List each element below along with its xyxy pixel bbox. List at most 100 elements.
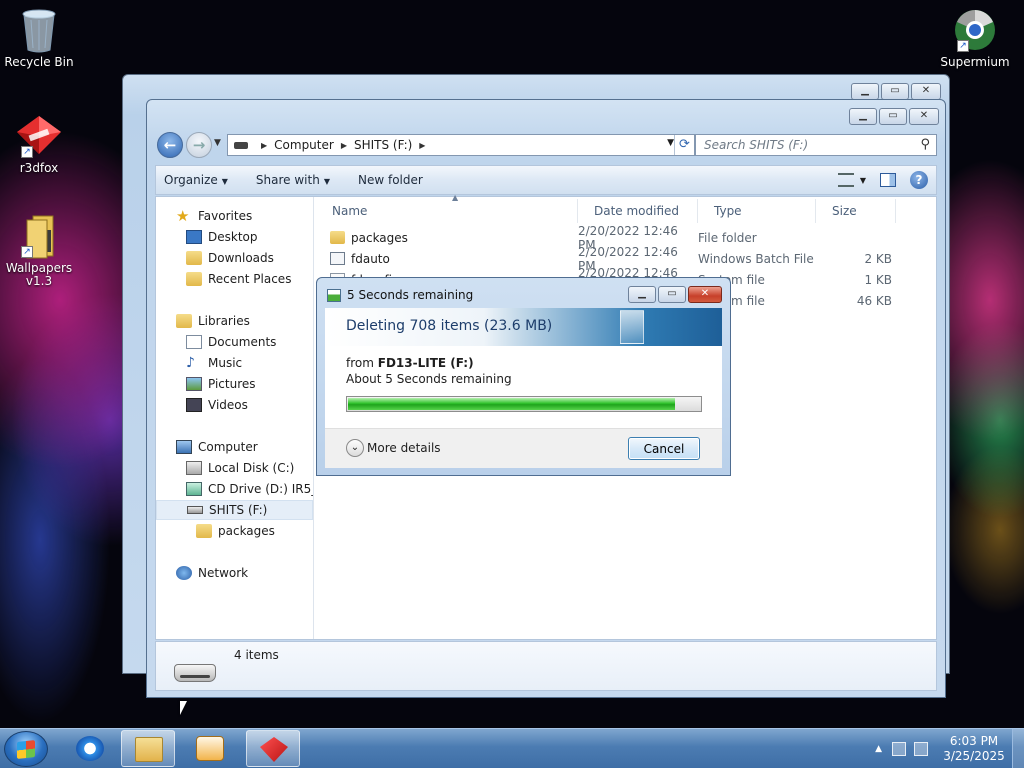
delete-progress-dialog[interactable]: 5 Seconds remaining ▁ ▭ ✕ Deleting 708 i…: [316, 277, 731, 476]
share-with-button[interactable]: Share with ▼: [256, 173, 330, 187]
nav-videos[interactable]: Videos: [186, 395, 248, 415]
taskbar-app-media-player[interactable]: [183, 730, 237, 767]
star-icon: ★: [176, 207, 190, 225]
nav-label: Computer: [198, 440, 258, 454]
change-view-button[interactable]: ▼: [837, 173, 866, 187]
nav-network[interactable]: Network: [176, 563, 248, 583]
back-button[interactable]: ←: [157, 132, 183, 158]
chevron-right-icon[interactable]: ▶: [341, 141, 347, 150]
time-remaining: About 5 Seconds remaining: [346, 372, 512, 386]
preview-pane-icon[interactable]: [880, 173, 896, 187]
minimize-button[interactable]: ▁: [628, 286, 656, 303]
nav-shits-drive[interactable]: SHITS (F:): [156, 500, 313, 520]
recycle-bin-icon: [19, 8, 59, 53]
file-name: packages: [351, 230, 408, 245]
breadcrumb-computer[interactable]: Computer: [274, 138, 334, 152]
nav-label: Network: [198, 566, 249, 580]
decorative-glass-icon: [620, 310, 644, 344]
item-count: 4 items: [234, 648, 279, 662]
dialog-title-bar[interactable]: 5 Seconds remaining: [327, 288, 473, 302]
nav-computer[interactable]: Computer: [176, 437, 258, 457]
show-desktop-button[interactable]: [1012, 729, 1024, 768]
nav-label: Local Disk (C:): [208, 461, 295, 475]
nav-libraries[interactable]: Libraries: [176, 311, 250, 331]
r3dfox-icon: [260, 737, 288, 762]
address-bar[interactable]: ▶ Computer ▶ SHITS (F:) ▶ ▼ ⟳: [227, 134, 695, 156]
desktop-icon-recycle-bin[interactable]: Recycle Bin: [1, 8, 77, 69]
documents-icon: [186, 335, 202, 349]
taskbar-app-r3dfox[interactable]: [246, 730, 300, 767]
nav-documents[interactable]: Documents: [186, 332, 276, 352]
column-header-date[interactable]: Date modified: [578, 199, 698, 223]
nav-recent-places[interactable]: Recent Places: [186, 269, 291, 289]
nav-packages[interactable]: packages: [196, 521, 275, 541]
chevron-down-icon: ▼: [323, 177, 330, 186]
breadcrumb-drive[interactable]: SHITS (F:): [354, 138, 412, 152]
maximize-button[interactable]: ▭: [658, 286, 686, 303]
minimize-button[interactable]: ▁: [851, 83, 879, 100]
windows-media-player-icon: [196, 736, 224, 761]
start-button[interactable]: [4, 731, 48, 767]
show-hidden-icons-button[interactable]: ▲: [875, 744, 882, 754]
minimize-button[interactable]: ▁: [849, 108, 877, 125]
cancel-button[interactable]: Cancel: [628, 437, 700, 460]
clock[interactable]: 6:03 PM 3/25/2025: [936, 734, 1012, 764]
shortcut-arrow-icon: ↗: [21, 146, 33, 158]
nav-favorites[interactable]: ★ Favorites: [176, 206, 252, 226]
more-details-label: More details: [367, 441, 441, 455]
folder-icon: [330, 231, 345, 244]
search-icon[interactable]: ⚲: [920, 137, 930, 152]
nav-label: Pictures: [208, 377, 256, 391]
desktop-icon-supermium[interactable]: ↗ Supermium: [937, 8, 1013, 69]
maximize-button[interactable]: ▭: [879, 108, 907, 125]
chevron-right-icon[interactable]: ▶: [261, 141, 267, 150]
supermium-icon: ↗: [955, 8, 995, 52]
new-folder-button[interactable]: New folder: [358, 173, 423, 187]
r3dfox-icon: ↗: [17, 114, 61, 158]
close-button[interactable]: ✕: [909, 108, 939, 125]
organize-button[interactable]: Organize ▼: [164, 173, 228, 187]
network-status-icon[interactable]: [892, 742, 906, 756]
nav-local-disk[interactable]: Local Disk (C:): [186, 458, 294, 478]
dialog-title: 5 Seconds remaining: [347, 288, 474, 302]
clock-time: 6:03 PM: [949, 734, 999, 748]
address-dropdown[interactable]: ▼: [667, 138, 674, 148]
more-details-toggle[interactable]: ⌄ More details: [346, 439, 441, 457]
chevron-right-icon[interactable]: ▶: [419, 141, 425, 150]
taskbar-app-internet-explorer[interactable]: [63, 730, 117, 767]
help-icon[interactable]: ?: [910, 171, 928, 189]
forward-button[interactable]: →: [186, 132, 212, 158]
clock-date: 3/25/2025: [943, 749, 1005, 763]
nav-desktop[interactable]: Desktop: [186, 227, 258, 247]
column-header-name[interactable]: Name: [316, 199, 578, 223]
desktop-icon-label: Supermium: [940, 55, 1010, 69]
videos-icon: [186, 398, 202, 412]
system-tray: ▲ 6:03 PM 3/25/2025: [875, 729, 1024, 768]
command-bar: Organize ▼ Share with ▼ New folder ▼ ?: [155, 165, 937, 195]
close-button[interactable]: ✕: [911, 83, 941, 100]
nav-cd-drive[interactable]: CD Drive (D:) IR5_CC: [186, 479, 313, 499]
recent-pages-dropdown[interactable]: ▼: [214, 138, 221, 148]
progress-bar: [346, 396, 702, 412]
column-header-type[interactable]: Type: [698, 199, 816, 223]
file-type: File folder: [698, 230, 757, 245]
maximize-button[interactable]: ▭: [881, 83, 909, 100]
close-button[interactable]: ✕: [688, 286, 722, 303]
nav-label: CD Drive (D:) IR5_CC: [208, 482, 313, 496]
search-input[interactable]: Search SHITS (F:) ⚲: [695, 134, 937, 156]
desktop-icon-label: Wallpapers v1.3: [5, 261, 73, 288]
refresh-icon[interactable]: ⟳: [674, 135, 694, 155]
organize-label: Organize: [164, 173, 218, 187]
libraries-icon: [176, 314, 192, 328]
nav-music[interactable]: ♪ Music: [186, 353, 242, 373]
desktop-icon-r3dfox[interactable]: ↗ r3dfox: [1, 114, 77, 175]
folder-icon: [196, 524, 212, 538]
volume-icon[interactable]: [914, 742, 928, 756]
nav-downloads[interactable]: Downloads: [186, 248, 274, 268]
desktop-icon-label: r3dfox: [19, 161, 59, 175]
desktop-icon-wallpapers[interactable]: ↗ Wallpapers v1.3: [1, 214, 77, 288]
nav-pictures[interactable]: Pictures: [186, 374, 256, 394]
navigation-pane: ★ Favorites Desktop Downloads Recent Plac…: [156, 197, 314, 639]
taskbar-app-explorer[interactable]: [121, 730, 175, 767]
column-header-size[interactable]: Size: [816, 199, 896, 223]
